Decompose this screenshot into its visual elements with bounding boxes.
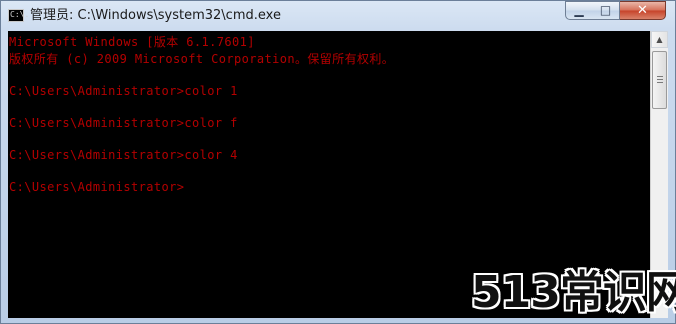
maximize-icon: □ — [599, 3, 612, 17]
cmd-app-icon-glyph: C:\. — [10, 10, 30, 19]
scrollbar-grip-line — [657, 76, 663, 77]
scrollbar-grip-line — [657, 79, 663, 80]
console-line-command-color-4: C:\Users\Administrator>color 4 — [9, 148, 238, 162]
scrollbar-grip-line — [657, 82, 663, 83]
scroll-up-arrow-icon: ▲ — [656, 35, 663, 44]
scroll-up-button[interactable]: ▲ — [651, 31, 668, 48]
close-button[interactable]: ✕ — [620, 1, 666, 20]
console-line-version: Microsoft Windows [版本 6.1.7601] — [9, 35, 255, 49]
minimize-icon: ▁ — [574, 3, 584, 17]
cmd-app-icon[interactable]: C:\. — [8, 9, 29, 22]
maximize-button[interactable]: □ — [592, 1, 620, 20]
minimize-button[interactable]: ▁ — [565, 1, 593, 20]
scrollbar-thumb[interactable] — [652, 51, 667, 109]
title-bar[interactable]: C:\. 管理员: C:\Windows\system32\cmd.exe ▁ … — [1, 1, 675, 31]
window-title: 管理员: C:\Windows\system32\cmd.exe — [30, 8, 281, 23]
console-line-copyright: 版权所有 (c) 2009 Microsoft Corporation。保留所有… — [9, 52, 395, 66]
site-watermark: 513常识网 — [471, 267, 676, 318]
console-line-command-color-f: C:\Users\Administrator>color f — [9, 116, 238, 130]
console-line-prompt: C:\Users\Administrator> — [9, 180, 185, 194]
console-line-command-color-1: C:\Users\Administrator>color 1 — [9, 84, 238, 98]
close-icon: ✕ — [637, 3, 648, 18]
